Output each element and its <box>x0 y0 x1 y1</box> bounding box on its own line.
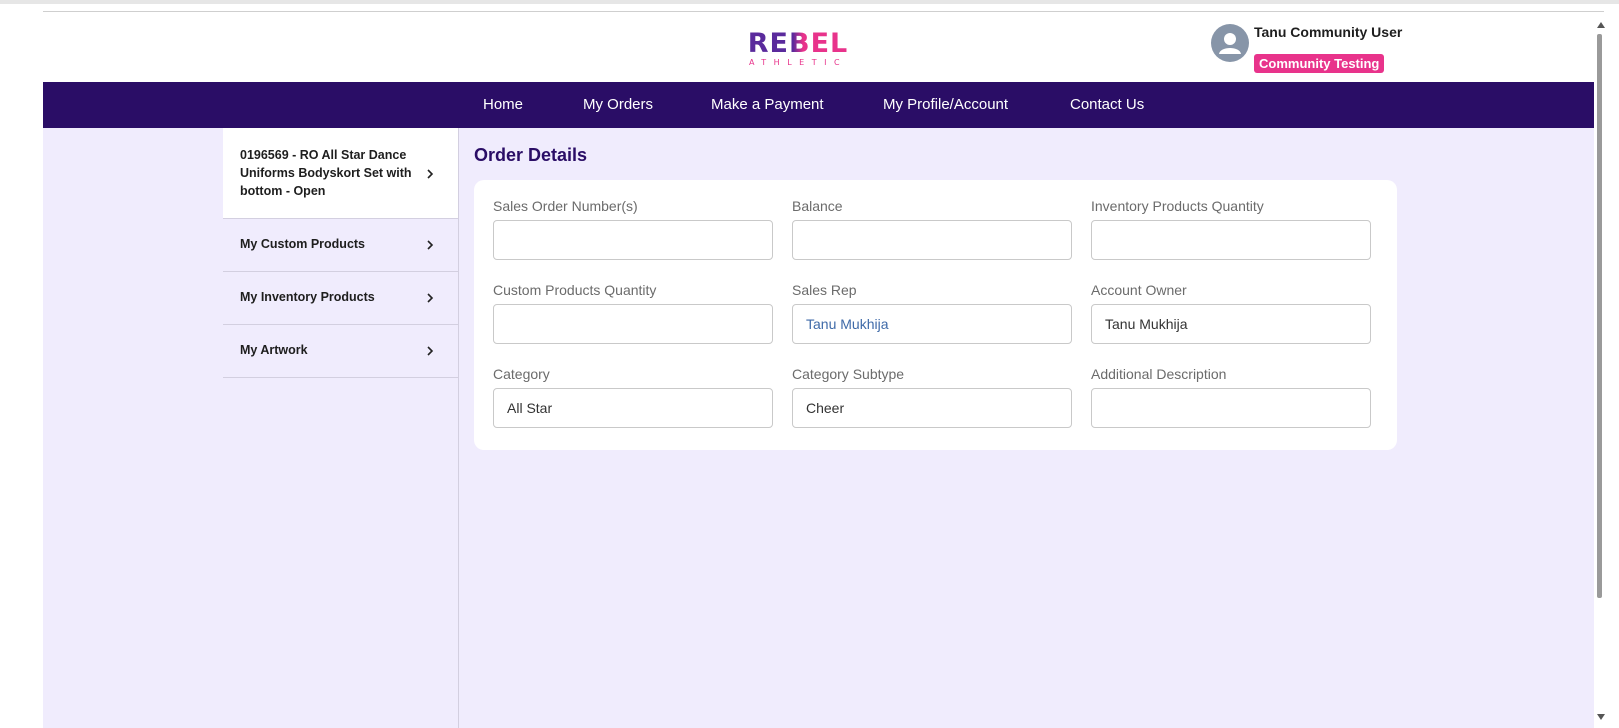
site-header: REBEL ATHLETIC Tanu Community User Commu… <box>43 12 1594 82</box>
nav-contact-us[interactable]: Contact Us <box>1070 96 1144 113</box>
svg-text:ATHLETIC: ATHLETIC <box>749 58 847 67</box>
user-avatar-icon <box>1211 24 1249 62</box>
sidebar-item-label: My Custom Products <box>240 237 366 251</box>
nav-home[interactable]: Home <box>483 96 523 113</box>
page-title: Order Details <box>474 145 588 165</box>
chevron-right-icon <box>427 240 434 250</box>
sidebar-item-label: My Artwork <box>240 343 308 357</box>
sidebar-item-current-order[interactable]: 0196569 - RO All Star Dance Uniforms Bod… <box>223 128 458 219</box>
scroll-up-arrow-icon[interactable] <box>1597 22 1605 28</box>
sidebar-item-label: My Inventory Products <box>240 290 375 304</box>
svg-text:REBEL: REBEL <box>748 28 848 59</box>
sidebar-item-my-artwork[interactable]: My Artwork <box>223 324 458 378</box>
sidebar-item-my-custom-products[interactable]: My Custom Products <box>223 218 458 272</box>
category-label: Category <box>493 366 550 382</box>
additional-description-label: Additional Description <box>1091 366 1227 382</box>
page: REBEL ATHLETIC Tanu Community User Commu… <box>43 12 1594 728</box>
custom-products-quantity-field[interactable] <box>493 304 773 344</box>
account-owner-label: Account Owner <box>1091 282 1187 298</box>
nav-my-profile-account[interactable]: My Profile/Account <box>883 96 1008 113</box>
balance-label: Balance <box>792 198 843 214</box>
scroll-down-arrow-icon[interactable] <box>1597 714 1605 720</box>
scrollbar-thumb[interactable] <box>1597 34 1602 598</box>
category-field[interactable]: All Star <box>493 388 773 428</box>
custom-products-quantity-label: Custom Products Quantity <box>493 282 657 298</box>
chevron-right-icon <box>427 346 434 356</box>
browser-top-strip <box>0 0 1619 4</box>
nav-my-orders[interactable]: My Orders <box>583 96 653 113</box>
category-subtype-field[interactable]: Cheer <box>792 388 1072 428</box>
account-owner-field[interactable]: Tanu Mukhija <box>1091 304 1371 344</box>
chevron-right-icon <box>427 169 434 179</box>
chevron-right-icon <box>427 293 434 303</box>
content-area: 0196569 - RO All Star Dance Uniforms Bod… <box>43 128 1594 728</box>
nav-make-a-payment[interactable]: Make a Payment <box>711 96 824 113</box>
sales-rep-link[interactable]: Tanu Mukhija <box>792 304 1072 344</box>
rebel-athletic-logo[interactable]: REBEL ATHLETIC <box>725 28 871 70</box>
sidebar-item-label: 0196569 - RO All Star Dance Uniforms Bod… <box>240 148 412 198</box>
user-name: Tanu Community User <box>1254 24 1403 40</box>
order-details-card: Sales Order Number(s) Balance Inventory … <box>474 180 1397 450</box>
sales-order-number-label: Sales Order Number(s) <box>493 198 638 214</box>
sales-order-number-field[interactable] <box>493 220 773 260</box>
main-nav: Home My Orders Make a Payment My Profile… <box>43 82 1594 128</box>
inventory-products-quantity-label: Inventory Products Quantity <box>1091 198 1264 214</box>
sidebar: 0196569 - RO All Star Dance Uniforms Bod… <box>223 128 459 728</box>
category-subtype-label: Category Subtype <box>792 366 905 382</box>
community-badge: Community Testing <box>1254 54 1385 73</box>
sidebar-item-my-inventory-products[interactable]: My Inventory Products <box>223 271 458 325</box>
logo-graphic: REBEL ATHLETIC <box>748 28 848 67</box>
balance-field[interactable] <box>792 220 1072 260</box>
sales-rep-label: Sales Rep <box>792 282 857 298</box>
additional-description-field[interactable] <box>1091 388 1371 428</box>
inventory-products-quantity-field[interactable] <box>1091 220 1371 260</box>
